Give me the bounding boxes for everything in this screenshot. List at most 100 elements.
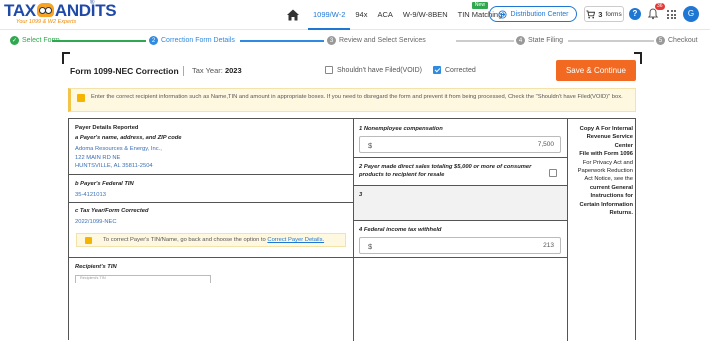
new-badge: New: [471, 2, 488, 9]
recipient-tin-input[interactable]: Recipient's TIN: [75, 275, 211, 283]
note-text: To correct Payer's TIN/Name, go back and…: [103, 237, 266, 243]
box4-amount-field[interactable]: $ 213: [359, 237, 561, 254]
row-divider: [69, 174, 353, 175]
distribution-center-label: Distribution Center: [510, 10, 569, 18]
tax-year-form-value: 2022/1099-NEC: [75, 219, 117, 225]
step-review-select-services: 3 Review and Select Services: [327, 36, 426, 45]
help-icon[interactable]: ?: [629, 8, 641, 20]
row-divider: [69, 202, 353, 203]
payer-name-label: a Payer's name, address, and ZIP code: [75, 135, 182, 141]
step-label: State Filing: [528, 37, 564, 44]
logo-text-left: TAX: [4, 1, 36, 20]
payer-address1: 122 MAIN RD NE: [75, 155, 121, 161]
stepper-line-1: [52, 40, 146, 42]
cart-button[interactable]: 3 forms: [584, 6, 624, 22]
notification-count-badge: 36: [655, 3, 665, 10]
correct-payer-details-link[interactable]: Correct Payer Details.: [267, 237, 324, 243]
step-correction-form-details[interactable]: 2 Correction Form Details: [149, 36, 235, 45]
nav-w9-w8ben[interactable]: W-9/W-8BEN: [398, 0, 453, 30]
column-divider: [567, 119, 568, 341]
registered-mark: ®: [90, 0, 95, 6]
correct-payer-note: To correct Payer's TIN/Name, go back and…: [76, 233, 346, 247]
box1-label: 1 Nonemployee compensation: [359, 126, 443, 132]
column-divider: [353, 119, 354, 341]
stepper-line-4: [568, 40, 654, 42]
nav-94x[interactable]: 94x: [350, 0, 372, 30]
payer-tin-label: b Payer's Federal TIN: [75, 181, 134, 187]
stepper-line-3: [456, 40, 514, 42]
step-label: Review and Select Services: [339, 37, 426, 44]
copy-a-text: Copy A For Internal Revenue Service Cent…: [571, 125, 633, 217]
currency-symbol: $: [368, 242, 373, 251]
step-label: Select Form: [22, 37, 60, 44]
progress-stepper: ✓ Select Form 2 Correction Form Details …: [0, 32, 710, 50]
logo-wordmark: TAX ANDITS: [4, 1, 117, 20]
row-divider: [353, 157, 567, 158]
box1-amount: 7,500: [537, 141, 554, 148]
corrected-checkbox-wrap[interactable]: Corrected: [433, 66, 476, 74]
box4-amount: 213: [543, 242, 554, 249]
box4-label: 4 Federal income tax withheld: [359, 227, 442, 233]
row-divider: [69, 257, 353, 258]
cart-icon: [586, 9, 596, 18]
info-banner: Enter the correct recipient information …: [68, 88, 636, 112]
info-icon: [77, 94, 85, 102]
tax-year-form-label: c Tax Year/Form Corrected: [75, 208, 149, 214]
row-divider: [353, 257, 567, 258]
tax-year: Tax Year: 2023: [192, 66, 242, 75]
distribution-icon: [497, 9, 507, 19]
home-icon[interactable]: [286, 8, 300, 22]
copy-a-line4: current General Instructions for Certain…: [579, 184, 633, 217]
box1-amount-field[interactable]: $ 7,500: [359, 136, 561, 153]
apps-grid-icon[interactable]: [667, 10, 676, 19]
payer-address2: HUNTSVILLE, AL 35811-2504: [75, 163, 153, 169]
step-select-form[interactable]: ✓ Select Form: [10, 36, 60, 45]
check-icon: ✓: [10, 36, 19, 45]
box2-checkbox[interactable]: [549, 169, 557, 177]
nav-1099-w2[interactable]: 1099/W-2: [308, 0, 351, 30]
info-text: Enter the correct recipient information …: [91, 94, 623, 100]
copy-a-line3: For Privacy Act and Paperwork Reduction …: [577, 159, 633, 183]
nav-aca[interactable]: ACA: [372, 0, 397, 30]
cart-label: forms: [605, 10, 622, 18]
owl-icon: [36, 3, 54, 17]
step-label: Checkout: [668, 37, 698, 44]
correct-payer-note-text: To correct Payer's TIN/Name, go back and…: [103, 237, 324, 243]
currency-symbol: $: [368, 141, 373, 150]
info-icon: [85, 237, 92, 244]
void-checkbox-wrap[interactable]: Shouldn't have Filed(VOID): [325, 66, 422, 74]
copy-a-line2: File with Form 1096: [579, 151, 633, 158]
distribution-center-button[interactable]: Distribution Center: [489, 6, 577, 22]
step-state-filing: 4 State Filing: [516, 36, 563, 45]
box3-label: 3: [359, 192, 363, 198]
payer-name: Adoma Resources & Energy, Inc.,: [75, 146, 162, 152]
save-continue-button[interactable]: Save & Continue: [556, 60, 636, 81]
row-divider: [353, 220, 567, 221]
payer-tin: 35-4121013: [75, 192, 106, 198]
step-number: 5: [656, 36, 665, 45]
corrected-checkbox[interactable]: [433, 66, 441, 74]
form-title: Form 1099-NEC Correction: [70, 66, 179, 76]
user-avatar[interactable]: G: [683, 6, 699, 22]
step-number: 3: [327, 36, 336, 45]
title-divider: [183, 66, 184, 76]
box2-label: 2 Payer made direct sales totaling $5,00…: [359, 164, 532, 178]
cart-count: 3: [598, 9, 603, 19]
payer-section-label: Payer Details Reported: [75, 125, 139, 131]
tax-year-value: 2023: [224, 66, 242, 75]
recipient-tin-label: Recipient's TIN: [75, 264, 117, 270]
step-checkout: 5 Checkout: [656, 36, 698, 45]
top-header: TAX ANDITS Your 1099 & W2 Experts ® 1099/…: [0, 0, 710, 30]
void-label: Shouldn't have Filed(VOID): [337, 66, 422, 74]
copy-a-line1: Copy A For Internal Revenue Service Cent…: [579, 126, 633, 149]
tax-year-label: Tax Year:: [192, 66, 223, 75]
box3-gray-cell: [354, 186, 567, 220]
corrected-label: Corrected: [445, 66, 476, 74]
void-checkbox[interactable]: [325, 66, 333, 74]
panel-corner-left: [62, 52, 70, 64]
logo-text-right: ANDITS: [54, 1, 117, 20]
main-nav: 1099/W-2 94x ACA W-9/W-8BEN TIN Matching…: [286, 0, 507, 30]
stepper-line-2: [240, 40, 324, 42]
taxbandits-logo[interactable]: TAX ANDITS Your 1099 & W2 Experts: [4, 1, 117, 25]
step-label: Correction Form Details: [161, 37, 235, 44]
